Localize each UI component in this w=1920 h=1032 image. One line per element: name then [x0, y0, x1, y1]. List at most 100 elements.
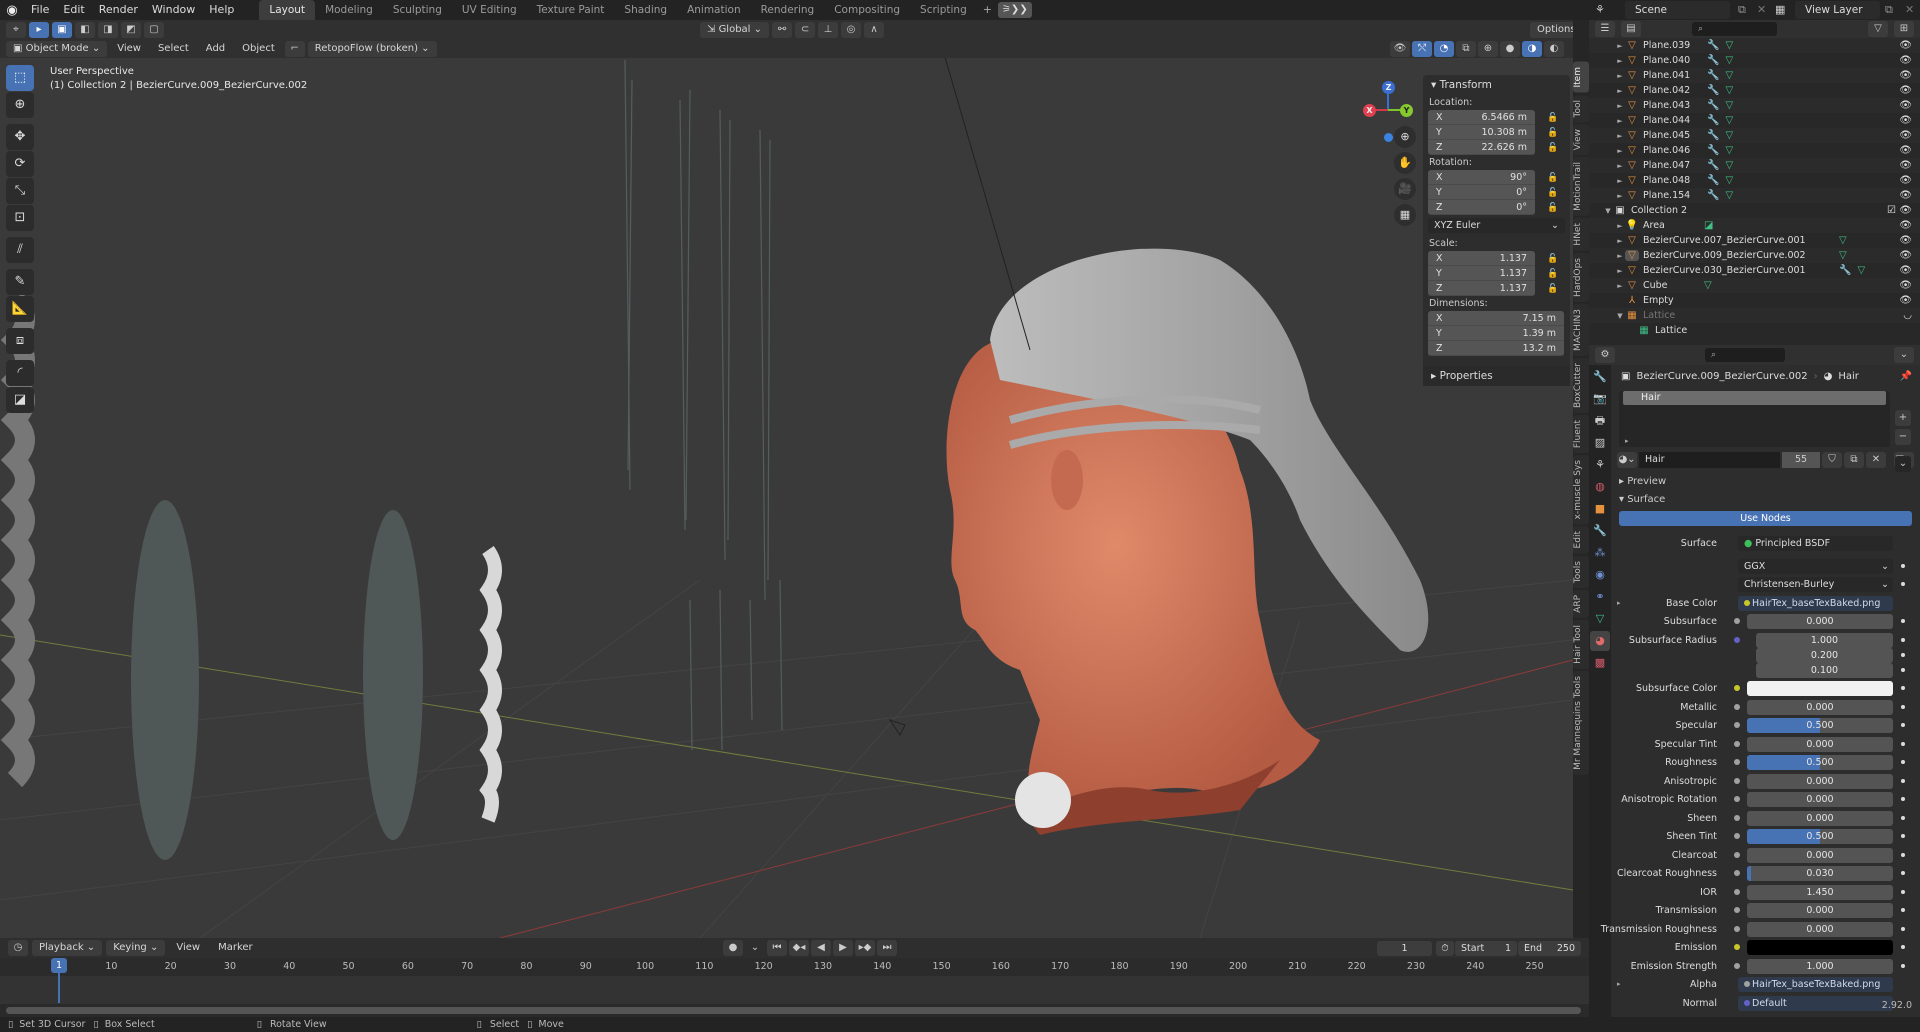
browse-material-icon[interactable]: ◕⌄ [1617, 452, 1637, 468]
expand-icon[interactable]: ► [1615, 162, 1625, 170]
preview-section-header[interactable]: ▸ Preview [1611, 473, 1920, 491]
outliner-editor-type-icon[interactable]: ☰ [1595, 21, 1615, 37]
expand-icon[interactable]: ► [1615, 117, 1625, 125]
properties-panel-header[interactable]: ▸ Properties [1423, 366, 1570, 386]
expand-icon[interactable]: ► [1615, 282, 1625, 290]
shear-tool[interactable]: ◪ [6, 387, 34, 413]
lock-icon[interactable]: 🔓 [1547, 113, 1558, 123]
outliner-row[interactable]: ► ▽ Plane.039 🔧 ▽ 👁 [1589, 38, 1920, 53]
outliner-row[interactable]: ► ▽ Plane.045 🔧 ▽ 👁 [1589, 128, 1920, 143]
input-value-field[interactable]: 0.000 [1747, 792, 1893, 807]
eye-icon[interactable]: 👁 [1899, 250, 1912, 261]
current-frame-field[interactable]: 1 [1377, 941, 1432, 956]
menu-object[interactable]: Object [235, 41, 282, 57]
ntab-hardops[interactable]: HardOps [1573, 252, 1589, 302]
subsurface-method-select[interactable]: Christensen-Burley ⌄ [1738, 577, 1893, 592]
outliner-row[interactable]: ► ▽ Cube ▽ 👁 [1589, 278, 1920, 293]
mesh-data-icon[interactable]: ▽ [1725, 145, 1733, 156]
visibility-icon[interactable]: 👁 [1390, 40, 1410, 57]
modifier-icon[interactable]: 🔧 [1707, 40, 1719, 51]
keyframe-dot[interactable] [1901, 797, 1905, 801]
pivot-icon[interactable]: ⚯ [772, 21, 793, 38]
ntab-hnet[interactable]: HNet [1573, 218, 1589, 251]
eye-icon[interactable]: 👁 [1899, 205, 1912, 216]
gizmo-y-axis[interactable]: Y [1400, 104, 1413, 117]
snap-target-icon[interactable]: ⊥ [818, 21, 839, 38]
dimensions-z-field[interactable]: Z 13.2 m [1428, 341, 1564, 356]
socket-icon[interactable] [1744, 981, 1750, 987]
modifier-icon[interactable]: 🔧 [1707, 190, 1719, 201]
transform-orientation-select[interactable]: ⇲ Global ⌄ [700, 21, 770, 38]
mesh-data-icon[interactable]: ▽ [1725, 175, 1733, 186]
duplicate-material-icon[interactable]: ⧉ [1844, 452, 1864, 468]
new-collection-icon[interactable]: ⊞ [1894, 21, 1914, 37]
keyframe-dot[interactable] [1901, 637, 1905, 642]
outliner-row[interactable]: ► ▽ Plane.044 🔧 ▽ 👁 [1589, 113, 1920, 128]
scale-z-field[interactable]: Z 1.137 [1428, 281, 1535, 296]
modifier-icon[interactable]: 🔧 [1707, 160, 1719, 171]
ntab-mr-mannequins-tools[interactable]: Mr Mannequins Tools [1573, 670, 1589, 775]
material-slot-item[interactable]: Hair [1623, 391, 1886, 405]
keyframe-dot[interactable] [1901, 852, 1905, 857]
input-value-field[interactable]: 0.500 [1747, 718, 1893, 733]
gizmo-z-axis[interactable]: Z [1382, 81, 1395, 94]
distribution-select[interactable]: GGX ⌄ [1738, 558, 1893, 574]
mesh-data-icon[interactable]: ▽ [1839, 235, 1847, 246]
outliner-row[interactable]: ► ▽ Plane.048 🔧 ▽ 👁 [1589, 173, 1920, 188]
eye-icon[interactable]: 👁 [1899, 295, 1912, 306]
expand-icon[interactable]: ► [1615, 252, 1625, 260]
view-layer-tab-icon[interactable]: ▨ [1590, 433, 1610, 453]
ntab-view[interactable]: View [1573, 123, 1589, 156]
eye-icon[interactable]: 👁 [1899, 55, 1912, 66]
ntab-tools[interactable]: Tools [1573, 555, 1589, 588]
gizmo-x-axis[interactable]: X [1363, 104, 1376, 117]
mode-select[interactable]: ▣ Object Mode ⌄ [6, 40, 108, 57]
menu-edit[interactable]: Edit [56, 0, 91, 20]
keyframe-dot[interactable] [1901, 908, 1905, 912]
input-value-field[interactable]: 0.000 [1747, 699, 1893, 715]
socket-icon[interactable] [1734, 925, 1740, 932]
socket-icon[interactable] [1734, 851, 1740, 858]
expand-icon[interactable]: ► [1615, 132, 1625, 140]
proportional-edit-icon[interactable]: ◎ [841, 21, 862, 38]
tab-modeling[interactable]: Modeling [315, 0, 383, 20]
timeline-body[interactable] [0, 976, 1589, 1004]
expand-icon[interactable]: ► [1615, 192, 1625, 200]
socket-icon[interactable] [1744, 999, 1750, 1006]
mesh-data-icon[interactable]: ▽ [1725, 85, 1733, 96]
eye-icon[interactable]: 👁 [1899, 220, 1912, 231]
eye-icon[interactable]: 👁 [1899, 175, 1912, 186]
display-mode-icon[interactable]: ▤ [1621, 21, 1641, 37]
keyframe-dot[interactable] [1901, 563, 1905, 568]
lock-icon[interactable]: 🔓 [1547, 269, 1558, 279]
texture-tab-icon[interactable]: ▩ [1590, 653, 1610, 673]
view-layer-selector[interactable]: View Layer [1795, 1, 1880, 19]
ntab-machin3[interactable]: MACHIN3 [1573, 303, 1589, 356]
input-value-field[interactable]: 0.500 [1747, 755, 1893, 770]
transform-tool[interactable]: ⊡ [6, 205, 34, 231]
gizmo-neg-z[interactable] [1384, 133, 1393, 142]
menu-file[interactable]: File [24, 0, 56, 20]
falloff-icon[interactable]: ∧ [864, 21, 885, 38]
addon-header-icon[interactable]: ⚞❯❯ [997, 2, 1032, 18]
menu-add[interactable]: Add [199, 41, 232, 57]
ntab-boxcutter[interactable]: BoxCutter [1573, 357, 1589, 413]
color-swatch[interactable] [1747, 681, 1893, 696]
outliner-row[interactable]: ► ▽ Plane.043 🔧 ▽ 👁 [1589, 98, 1920, 113]
select-subtract-icon[interactable]: ◨ [98, 21, 118, 38]
mesh-data-icon[interactable]: ▽ [1857, 265, 1865, 276]
overlay-toggle-icon[interactable]: ◔ [1434, 40, 1454, 57]
menu-select[interactable]: Select [151, 41, 196, 57]
keyframe-dot[interactable] [1901, 741, 1905, 746]
add-cube-tool[interactable]: ⧈ [6, 328, 34, 354]
dimensions-x-field[interactable]: X 7.15 m [1428, 311, 1564, 326]
input-value-field[interactable]: 0.100 [1756, 662, 1893, 678]
particles-tab-icon[interactable]: ⁂ [1590, 543, 1610, 563]
tab-sculpting[interactable]: Sculpting [383, 0, 452, 20]
socket-icon[interactable] [1734, 962, 1740, 969]
next-keyframe-icon[interactable]: ▸◆ [855, 940, 875, 956]
outliner-search-input[interactable]: ⌕ [1692, 22, 1777, 36]
gizmo-menu-icon[interactable]: ⌐ [284, 40, 305, 57]
texture-link-field[interactable]: HairTex_baseTexBaked.png [1738, 977, 1893, 992]
keyframe-dot[interactable] [1901, 704, 1905, 709]
